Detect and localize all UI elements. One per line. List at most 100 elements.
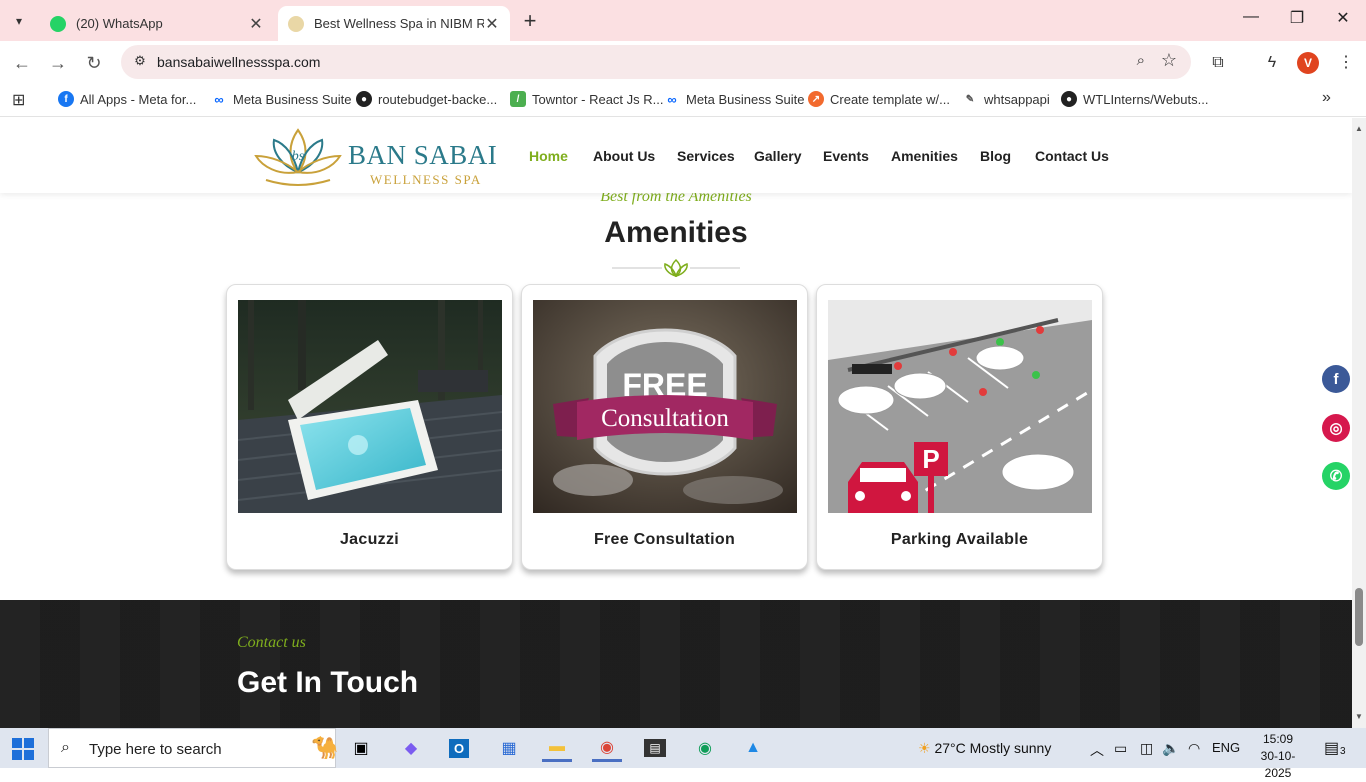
more-bookmarks-icon[interactable]: »	[1322, 89, 1331, 107]
chrome-profile-icon[interactable]: ◉	[690, 734, 720, 762]
whatsapp-icon	[50, 15, 66, 32]
nav-about-us[interactable]: About Us	[593, 148, 655, 164]
menu-kebab-icon[interactable]: ⋮	[1334, 51, 1358, 75]
forward-icon[interactable]: →	[46, 51, 70, 75]
terminal-icon[interactable]: ▤	[640, 734, 670, 762]
nav-gallery[interactable]: Gallery	[754, 148, 801, 164]
weather-widget[interactable]: ☀ 27°C Mostly sunny	[918, 740, 1051, 757]
close-tab-icon[interactable]: ✕	[484, 14, 500, 34]
amenity-card-free-consultation[interactable]: FREE Consultation Free Consultation	[521, 284, 808, 570]
meta-icon: ∞	[664, 91, 680, 107]
windows-start-icon[interactable]	[12, 738, 34, 760]
sun-icon: ☀	[918, 740, 931, 756]
tab-whatsapp[interactable]: (20) WhatsApp ✕	[40, 6, 274, 41]
file-explorer-icon[interactable]: ▬	[542, 734, 572, 762]
bookmark-label: Meta Business Suite	[233, 91, 352, 107]
bookmark-item[interactable]: ∞ Meta Business Suite	[211, 91, 352, 107]
bookmark-item[interactable]: ● WTLInterns/Webuts...	[1061, 91, 1208, 107]
page-scrollbar[interactable]: ▲ ▼	[1352, 118, 1366, 728]
bookmark-item[interactable]: f All Apps - Meta for...	[58, 91, 196, 107]
chrome-icon[interactable]: ◉	[592, 734, 622, 762]
bookmark-item[interactable]: ∞ Meta Business Suite	[664, 91, 805, 107]
restore-icon[interactable]: ❐	[1282, 8, 1312, 28]
lotus-logo-icon: bs	[254, 128, 342, 186]
meet-now-icon[interactable]: ◫	[1140, 740, 1153, 757]
taskbar-clock[interactable]: 15:09 30-10-2025	[1255, 731, 1301, 782]
bookmark-label: All Apps - Meta for...	[80, 91, 197, 107]
nav-services[interactable]: Services	[677, 148, 735, 164]
photos-icon[interactable]: ▲	[738, 734, 768, 762]
template-icon: ↗	[808, 91, 824, 107]
extensions-icon[interactable]: ⧉	[1206, 51, 1230, 75]
apps-grid-icon[interactable]: ⊞	[12, 90, 25, 110]
search-highlight-icon: 🐪	[311, 735, 339, 760]
github-icon: ●	[356, 91, 372, 107]
tab-ban-sabai[interactable]: Best Wellness Spa in NIBM Road ✕	[278, 6, 510, 41]
amenity-caption: Free Consultation	[593, 531, 736, 548]
whatsapp-float-icon[interactable]: ✆	[1322, 462, 1350, 490]
clock-date: 30-10-2025	[1260, 749, 1296, 780]
windows-taskbar: ⌕ Type here to search 🐪 ▣ ◆ O ▦ ▬ ◉ ▤ ◉ …	[0, 728, 1366, 780]
address-bar[interactable]: ⚙ bansabaiwellnessspa.com ⌕ ☆	[121, 45, 1191, 79]
browser-toolbar: ← → ↻ ⚙ bansabaiwellnessspa.com ⌕ ☆ ⧉ ϟ …	[0, 41, 1366, 83]
facebook-float-icon[interactable]: f	[1322, 365, 1350, 393]
bookmark-label: Meta Business Suite	[686, 91, 805, 107]
browser-tab-bar: ▾ (20) WhatsApp ✕ Best Wellness Spa in N…	[0, 0, 1366, 41]
scroll-down-icon[interactable]: ▼	[1355, 712, 1363, 721]
close-tab-icon[interactable]: ✕	[248, 14, 264, 34]
zoom-icon[interactable]: ⌕	[1137, 52, 1145, 69]
profile-avatar[interactable]: V	[1297, 52, 1319, 74]
bookmark-item[interactable]: ✎ whtsappapi	[962, 91, 1050, 107]
tab-title: Best Wellness Spa in NIBM Road	[314, 16, 484, 31]
notifications-icon[interactable]: ▤	[1324, 738, 1339, 758]
back-icon[interactable]: ←	[10, 51, 34, 75]
bookmark-item[interactable]: / Towntor - React Js R...	[510, 91, 663, 107]
search-placeholder[interactable]: Type here to search	[89, 741, 222, 758]
bookmark-star-icon[interactable]: ☆	[1161, 50, 1177, 71]
minimize-icon[interactable]: —	[1236, 8, 1266, 26]
svg-text:bs: bs	[292, 149, 305, 164]
instagram-float-icon[interactable]: ◎	[1322, 414, 1350, 442]
taskbar-search[interactable]: ⌕ Type here to search 🐪	[48, 728, 339, 768]
show-hidden-icons[interactable]: ︿	[1090, 740, 1104, 760]
nav-amenities[interactable]: Amenities	[891, 148, 958, 164]
nav-blog[interactable]: Blog	[980, 148, 1011, 164]
page-viewport: bs BAN SABAI WELLNESS SPA Home About Us …	[0, 118, 1352, 728]
amenity-card-jacuzzi[interactable]: Jacuzzi	[226, 284, 513, 570]
parking-image: P	[828, 300, 1092, 513]
task-view-icon[interactable]: ▣	[346, 734, 376, 762]
scroll-up-icon[interactable]: ▲	[1355, 124, 1363, 133]
lotus-divider-icon	[612, 258, 740, 278]
url-text[interactable]: bansabaiwellnessspa.com	[157, 54, 320, 70]
battery-icon[interactable]: ▭	[1114, 740, 1127, 757]
clock-time: 15:09	[1262, 732, 1294, 746]
new-tab-icon[interactable]: +	[518, 8, 542, 34]
bookmark-item[interactable]: ↗ Create template w/...	[808, 91, 950, 107]
bookmark-item[interactable]: ● routebudget-backe...	[356, 91, 497, 107]
github-icon: ●	[1061, 91, 1077, 107]
copilot-icon[interactable]: ◆	[396, 734, 426, 762]
close-window-icon[interactable]: ✕	[1328, 8, 1358, 28]
tab-search-button[interactable]: ▾	[6, 8, 32, 34]
nav-events[interactable]: Events	[823, 148, 869, 164]
notification-count: 3	[1340, 746, 1346, 757]
reload-icon[interactable]: ↻	[82, 51, 106, 75]
site-info-icon[interactable]: ⚙	[131, 53, 149, 71]
amenity-card-parking[interactable]: P Parking Available	[816, 284, 1103, 570]
outlook-icon[interactable]: O	[444, 734, 474, 762]
scrollbar-thumb[interactable]	[1355, 588, 1363, 646]
volume-mute-icon[interactable]: 🔈	[1162, 740, 1179, 757]
amenity-caption: Jacuzzi	[339, 531, 399, 548]
network-icon[interactable]: ◠	[1188, 740, 1200, 757]
free-consultation-image: FREE Consultation	[533, 300, 797, 513]
amenities-title: Amenities	[604, 216, 748, 249]
performance-icon[interactable]: ϟ	[1260, 51, 1284, 75]
nav-contact-us[interactable]: Contact Us	[1035, 148, 1109, 164]
language-indicator[interactable]: ENG	[1212, 740, 1240, 755]
bookmark-label: whtsappapi	[984, 91, 1050, 107]
store-icon[interactable]: ▦	[494, 734, 524, 762]
nav-home[interactable]: Home	[529, 148, 568, 164]
search-icon: ⌕	[61, 739, 70, 756]
spa-favicon-icon	[288, 15, 304, 32]
site-logo[interactable]: bs BAN SABAI WELLNESS SPA	[252, 126, 497, 190]
